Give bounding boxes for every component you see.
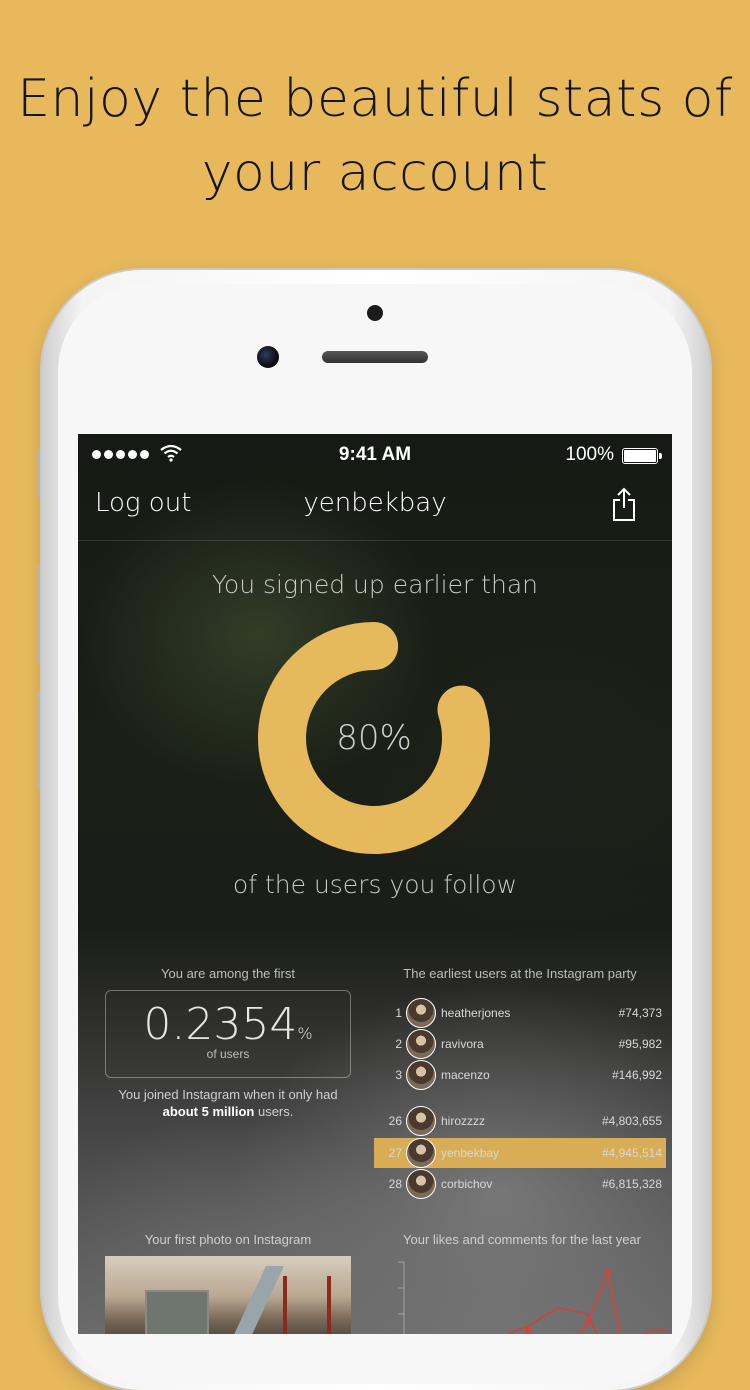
rank-user-id: #6,815,328 [601,1177,662,1191]
signup-top-text: You signed up earlier than [211,570,538,599]
status-bar: 9:41 AM 100% [78,434,672,474]
avatar [406,1029,436,1059]
navigation-bar: Log out yenbekbay [78,474,672,541]
headline: Enjoy the beautiful stats of your accoun… [0,62,750,210]
rank-row[interactable]: 26 hirozzzz #4,803,655 [374,1106,666,1136]
rank-username: hirozzzz [441,1114,486,1128]
front-camera [257,346,279,368]
earpiece-speaker [322,351,428,363]
app-screen: 9:41 AM 100% Log out yenbekbay You signe… [78,434,672,1334]
battery-percent: 100% [565,444,614,465]
rank-row[interactable]: 2 ravivora #95,982 [374,1029,666,1059]
among-first-value: 0.2354% [143,999,313,1050]
rank-number: 26 [388,1114,402,1128]
joined-text: You joined Instagram when it only had ab… [118,1087,338,1119]
avatar [406,1138,436,1168]
among-first-title: You are among the first [161,966,295,981]
battery-icon [622,448,662,464]
rank-number: 27 [388,1146,402,1160]
rank-row-current-user[interactable]: 27 yenbekbay #4,945,514 [374,1138,666,1168]
signup-percent-label: 80% [336,718,412,758]
rank-number: 1 [395,1006,402,1020]
rank-username: heatherjones [441,1006,511,1020]
rank-username: macenzo [441,1068,490,1082]
rank-user-id: #95,982 [618,1037,662,1051]
rank-row[interactable]: 28 corbichov #6,815,328 [374,1169,666,1199]
rank-user-id: #4,945,514 [601,1146,662,1160]
likes-comments-title: Your likes and comments for the last yea… [403,1232,641,1247]
likes-comments-chart [398,1261,667,1334]
rank-username: corbichov [441,1177,493,1191]
rank-row[interactable]: 1 heatherjones #74,373 [374,998,666,1028]
rank-number: 2 [395,1037,402,1051]
avatar [406,1169,436,1199]
headline-line-2: your account [201,143,549,203]
avatar [406,998,436,1028]
first-photo-title: Your first photo on Instagram [144,1232,312,1247]
among-first-box: 0.2354% of users [105,990,351,1078]
share-icon[interactable] [610,486,638,522]
rank-username: yenbekbay [441,1146,500,1160]
rank-number: 3 [395,1068,402,1082]
signup-bottom-text: of the users you follow [232,870,518,899]
first-photo-image[interactable] [105,1256,351,1334]
rank-user-id: #4,803,655 [601,1114,662,1128]
rank-username: ravivora [441,1037,484,1051]
earliest-users-title: The earliest users at the Instagram part… [403,966,637,981]
rank-user-id: #146,992 [611,1068,662,1082]
avatar [406,1060,436,1090]
proximity-sensor [367,305,383,321]
rank-row[interactable]: 3 macenzo #146,992 [374,1060,666,1090]
avatar [406,1106,436,1136]
rank-user-id: #74,373 [618,1006,662,1020]
rank-number: 28 [388,1177,402,1191]
among-first-sub: of users [206,1047,250,1061]
username-title: yenbekbay [303,488,447,518]
headline-line-1: Enjoy the beautiful stats of [17,69,733,129]
